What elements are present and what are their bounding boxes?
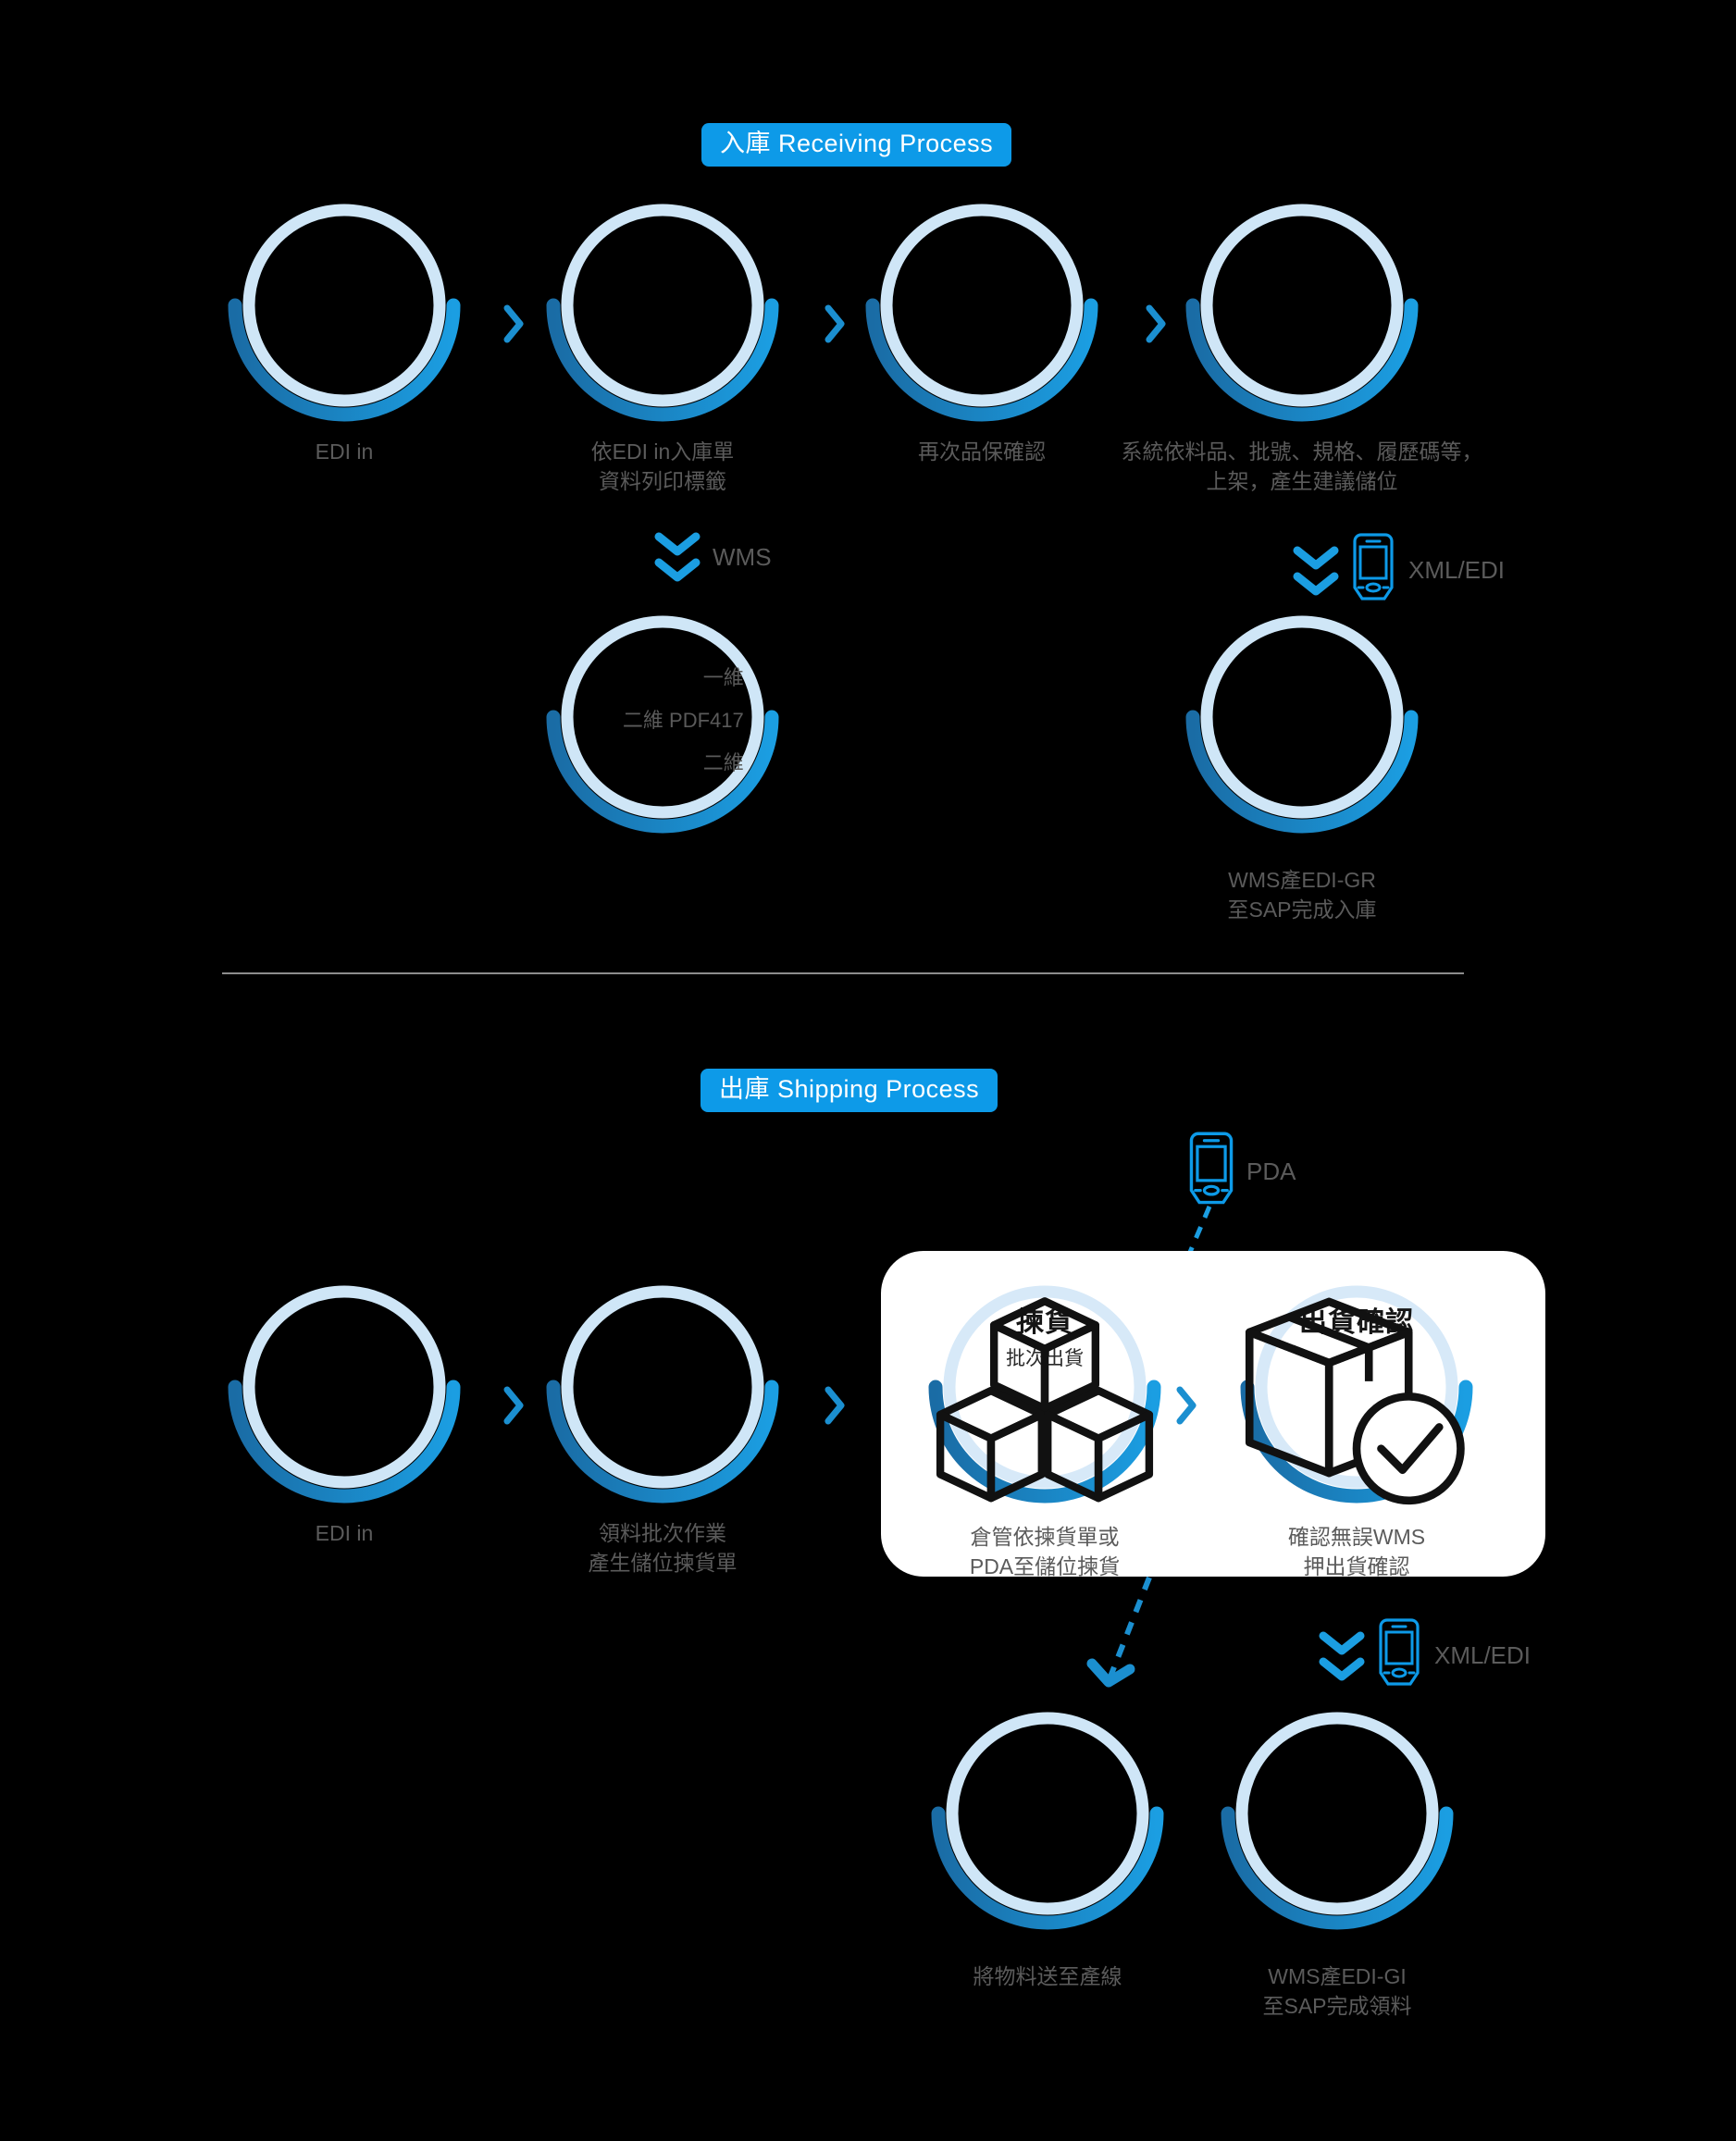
diagram-canvas: 入庫 Receiving Process EDI in 依EDI in入庫單 資… <box>0 0 1736 2141</box>
pda-icon <box>1185 1131 1237 1213</box>
ring-graphic <box>225 190 464 428</box>
label-line-1: 確認無誤WMS <box>1287 1525 1426 1549</box>
step-label: 將物料送至產線 <box>973 1962 1122 1992</box>
step-label: 領料批次作業 產生儲位揀貨單 <box>589 1519 738 1578</box>
chevron-right-icon-6 <box>1175 1385 1199 1426</box>
receiving-sap-node[interactable]: WMS產EDI-GR 至SAP完成入庫 <box>1183 601 1421 922</box>
ring-graphic <box>543 1271 782 1510</box>
xmledi-connector-receiving: XML/EDI <box>1292 532 1505 609</box>
xmledi-connector-shipping: XML/EDI <box>1318 1617 1531 1694</box>
ring-graphic: 一維 二維 PDF417 二維 <box>543 601 782 840</box>
label-line-1: WMS產EDI-GI <box>1268 1964 1407 1988</box>
receiving-step-3[interactable]: 再次品保確認 <box>862 190 1101 464</box>
chevron-right-icon-5 <box>824 1385 848 1426</box>
label-line-2: 押出貨確認 <box>1303 1553 1410 1578</box>
delivery-icon <box>928 1698 1167 1937</box>
batch-picking-icon <box>543 1271 782 1510</box>
shipping-step-2[interactable]: 領料批次作業 產生儲位揀貨單 <box>543 1271 782 1575</box>
label-line-2: 至SAP完成入庫 <box>1227 897 1377 922</box>
shipping-bottom-node-1[interactable]: 將物料送至產線 <box>928 1698 1167 1988</box>
label-line-2: 資料列印標籤 <box>598 468 726 493</box>
ring-graphic <box>862 190 1101 428</box>
step-label: 確認無誤WMS 押出貨確認 <box>1288 1523 1425 1581</box>
pda-icon <box>1349 532 1397 609</box>
card-step-picking[interactable]: 揀貨 批次出貨 倉管依揀貨單或 PDA至儲位揀貨 <box>925 1271 1164 1578</box>
quality-check-icon <box>862 190 1101 428</box>
label-line-2: 產生儲位揀貨單 <box>588 1550 738 1575</box>
receiving-process-pill: 入庫 Receiving Process <box>701 123 1012 167</box>
label-line-1: 將物料送至產線 <box>973 1964 1122 1988</box>
xmledi-connector-label: XML/EDI <box>1408 556 1506 584</box>
ring-graphic: 出貨確認 <box>1237 1271 1476 1510</box>
ring-graphic <box>1218 1698 1457 1937</box>
label-line-1: 依EDI in入庫單 <box>590 439 735 464</box>
double-chevron-down-icon <box>653 532 701 582</box>
pda-leader-line <box>1185 1206 1212 1257</box>
step-label: EDI in <box>315 439 374 464</box>
shipping-bottom-node-2[interactable]: WMS產EDI-GI 至SAP完成領料 <box>1218 1698 1457 2018</box>
sap-server-icon <box>1183 601 1421 840</box>
step-label: WMS產EDI-GR 至SAP完成入庫 <box>1227 866 1376 924</box>
step-label: 再次品保確認 <box>918 439 1046 464</box>
barcode-icon: 一維 二維 PDF417 二維 <box>543 601 782 840</box>
ring-graphic <box>1183 601 1421 840</box>
sap-server-icon <box>1218 1698 1457 1937</box>
section-divider <box>222 972 1464 974</box>
barcode-type-list: 一維 二維 PDF417 二維 <box>543 657 782 786</box>
chevron-right-icon-1 <box>502 303 527 344</box>
chevron-right-icon-4 <box>502 1385 527 1426</box>
wms-connector-label: WMS <box>713 542 772 571</box>
receiving-step-1[interactable]: EDI in <box>225 190 464 464</box>
label-line-1: 系統依料品、批號、規格、履歷碼等， <box>1121 439 1483 464</box>
chevron-right-icon-2 <box>824 303 848 344</box>
pda-callout: PDA <box>1185 1131 1296 1213</box>
ring-graphic <box>225 1271 464 1510</box>
barcode-node[interactable]: 一維 二維 PDF417 二維 <box>543 601 782 840</box>
card-step-shipping-confirm[interactable]: 出貨確認 確認無誤WMS 押出貨確認 <box>1237 1271 1476 1578</box>
edi-in-icon <box>225 190 464 428</box>
shipping-step-1[interactable]: EDI in <box>225 1271 464 1545</box>
step-label: 依EDI in入庫單 資料列印標籤 <box>591 438 735 496</box>
receiving-step-4[interactable]: 系統依料品、批號、規格、履歷碼等， 上架，產生建議儲位 <box>1122 190 1483 493</box>
double-chevron-down-icon <box>1292 546 1340 596</box>
barcode-type-2: 二維 <box>702 751 744 775</box>
label-line-1: 倉管依揀貨單或 <box>970 1525 1120 1549</box>
barcode-type-1: 二維 PDF417 <box>622 708 744 732</box>
wms-connector: WMS <box>653 532 772 582</box>
ring-graphic: 揀貨 批次出貨 <box>925 1271 1164 1510</box>
receiving-step-2[interactable]: 依EDI in入庫單 資料列印標籤 <box>543 190 782 493</box>
pda-icon <box>1375 1617 1423 1694</box>
barcode-type-0: 一維 <box>702 665 744 689</box>
double-chevron-down-icon <box>1318 1631 1366 1681</box>
label-line-2: 上架，產生建議儲位 <box>1206 468 1398 493</box>
edi-in-icon <box>225 1271 464 1510</box>
label-line-1: WMS產EDI-GR <box>1228 868 1376 892</box>
shelf-putaway-icon <box>1183 190 1421 428</box>
step-label: 系統依料品、批號、規格、履歷碼等， 上架，產生建議儲位 <box>1122 438 1483 496</box>
label-line-2: 至SAP完成領料 <box>1262 1993 1412 2018</box>
pda-callout-label: PDA <box>1246 1157 1296 1185</box>
printer-label-icon <box>543 190 782 428</box>
step-label: WMS產EDI-GI 至SAP完成領料 <box>1262 1962 1411 2021</box>
ring-graphic <box>1183 190 1421 428</box>
chevron-right-icon-3 <box>1145 303 1169 344</box>
ring-graphic <box>543 190 782 428</box>
step-label: EDI in <box>315 1521 374 1545</box>
ring-graphic <box>928 1698 1167 1937</box>
label-line-1: 領料批次作業 <box>599 1521 726 1545</box>
xmledi-connector-label: XML/EDI <box>1434 1641 1531 1669</box>
shipping-process-pill: 出庫 Shipping Process <box>701 1069 998 1112</box>
